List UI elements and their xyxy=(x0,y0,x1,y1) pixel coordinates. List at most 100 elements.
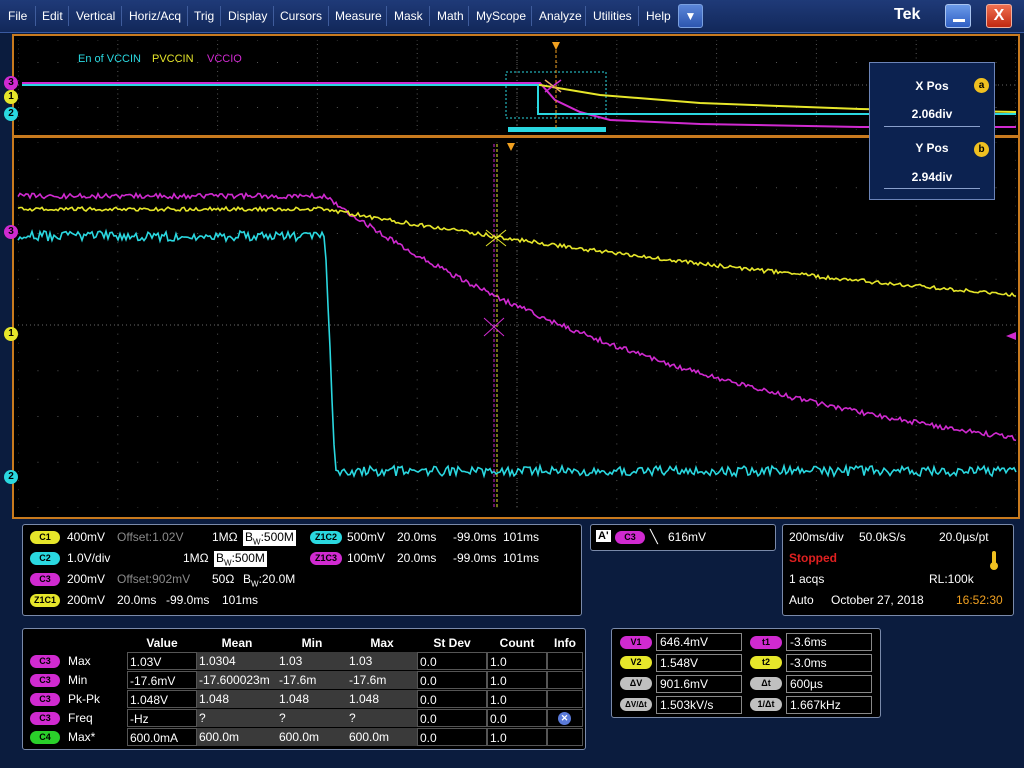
menu-vertical[interactable]: Vertical xyxy=(76,9,115,23)
meas-cell-count: 1.0 xyxy=(487,652,547,670)
menu-display[interactable]: Display xyxy=(228,9,267,23)
meas-cell-info xyxy=(547,690,583,708)
legend-en-vccin: En of VCCIN xyxy=(78,53,141,65)
sample-rate: 50.0kS/s xyxy=(859,530,906,544)
z1c1-t2: -99.0ms xyxy=(166,593,209,607)
inv-dt-value: 1.667kHz xyxy=(786,696,872,714)
meas-warning-icon[interactable]: ✕ xyxy=(558,712,571,725)
cursor-position-popup[interactable]: X Pos a 2.06div Y Pos b 2.94div xyxy=(869,62,995,200)
ch1-overview-marker[interactable]: 1 xyxy=(4,90,18,104)
meas-cell-stdev: 0.0 xyxy=(417,671,487,689)
display-divider xyxy=(14,135,1018,138)
meas-cell-max: 600.0m xyxy=(347,728,417,746)
menu-edit[interactable]: Edit xyxy=(42,9,63,23)
meas-source-badge[interactable]: C3 xyxy=(30,674,60,687)
c2-bandwidth: BW:500M xyxy=(214,551,267,567)
z1c1-badge[interactable]: Z1C1 xyxy=(30,594,60,607)
menu-dropdown-button[interactable]: ▼ xyxy=(678,4,703,28)
col-count: Count xyxy=(487,636,547,650)
c3-scale[interactable]: 200mV xyxy=(67,572,105,586)
ch3-overview-marker[interactable]: 3 xyxy=(4,76,18,90)
v1-value: 646.4mV xyxy=(656,633,742,651)
knob-a-icon[interactable]: a xyxy=(974,78,989,93)
z1c3-scale: 100mV xyxy=(347,551,385,565)
ch2-overview-marker[interactable]: 2 xyxy=(4,107,18,121)
knob-b-icon[interactable]: b xyxy=(974,142,989,157)
meas-cell-value: 1.048V xyxy=(127,690,197,708)
col-mean: Mean xyxy=(197,636,277,650)
menu-math[interactable]: Math xyxy=(437,9,464,23)
meas-source-badge[interactable]: C3 xyxy=(30,693,60,706)
meas-cell-info: ✕ xyxy=(547,709,583,727)
meas-cell-min: -17.6m xyxy=(277,671,347,689)
z1c1-t1: 20.0ms xyxy=(117,593,156,607)
menu-horiz-acq[interactable]: Horiz/Acq xyxy=(129,9,181,23)
tek-logo: Tek xyxy=(894,6,920,24)
c1-badge[interactable]: C1 xyxy=(30,531,60,544)
meas-cell-info xyxy=(547,728,583,746)
menu-file[interactable]: File xyxy=(8,9,27,23)
meas-name: Max xyxy=(68,654,91,668)
c1-impedance: 1MΩ xyxy=(212,530,238,544)
z1c1-t3: 101ms xyxy=(222,593,258,607)
meas-name: Pk-Pk xyxy=(68,692,100,706)
col-info: Info xyxy=(547,636,583,650)
z1c2-badge[interactable]: Z1C2 xyxy=(310,531,342,544)
c2-impedance: 1MΩ xyxy=(183,551,209,565)
menu-help[interactable]: Help xyxy=(646,9,671,23)
dt-badge: Δt xyxy=(750,677,782,690)
z1c3-t3: 101ms xyxy=(503,551,539,565)
meas-cell-stdev: 0.0 xyxy=(417,728,487,746)
menu-utilities[interactable]: Utilities xyxy=(593,9,632,23)
meas-cell-max: 1.048 xyxy=(347,690,417,708)
minimize-button[interactable] xyxy=(945,4,971,28)
c3-impedance: 50Ω xyxy=(212,572,234,586)
c1-bandwidth: BW:500M xyxy=(243,530,296,546)
meas-cell-stdev: 0.0 xyxy=(417,690,487,708)
record-length: RL:100k xyxy=(929,572,974,586)
c3-bandwidth: BW:20.0M xyxy=(243,572,295,588)
trigger-source-badge: C3 xyxy=(615,531,645,544)
menu-myscope[interactable]: MyScope xyxy=(476,9,526,23)
meas-cell-info xyxy=(547,671,583,689)
dv-badge: ΔV xyxy=(620,677,652,690)
x-pos-value: 2.06div xyxy=(870,107,994,121)
meas-cell-value: 1.03V xyxy=(127,652,197,670)
meas-source-badge[interactable]: C3 xyxy=(30,655,60,668)
c3-badge[interactable]: C3 xyxy=(30,573,60,586)
c1-offset: Offset:1.02V xyxy=(117,530,184,544)
meas-source-badge[interactable]: C4 xyxy=(30,731,60,744)
trigger-level: 616mV xyxy=(668,530,706,544)
menu-analyze[interactable]: Analyze xyxy=(539,9,582,23)
resolution: 20.0µs/pt xyxy=(939,530,989,544)
z1c2-t2: -99.0ms xyxy=(453,530,496,544)
z1c3-badge[interactable]: Z1C3 xyxy=(310,552,342,565)
close-button[interactable]: X xyxy=(986,4,1012,28)
menu-mask[interactable]: Mask xyxy=(394,9,423,23)
menu-measure[interactable]: Measure xyxy=(335,9,382,23)
ch2-marker[interactable]: 2 xyxy=(4,470,18,484)
c2-scale[interactable]: 1.0V/div xyxy=(67,551,110,565)
meas-cell-max: 1.03 xyxy=(347,652,417,670)
trigger-a-label: A' xyxy=(596,530,611,542)
menu-cursors[interactable]: Cursors xyxy=(280,9,322,23)
c1-scale[interactable]: 400mV xyxy=(67,530,105,544)
meas-cell-count: 1.0 xyxy=(487,728,547,746)
legend-pvccin: PVCCIN xyxy=(152,53,194,65)
c3-offset: Offset:902mV xyxy=(117,572,190,586)
c2-badge[interactable]: C2 xyxy=(30,552,60,565)
menu-trig[interactable]: Trig xyxy=(194,9,214,23)
ch1-marker[interactable]: 1 xyxy=(4,327,18,341)
oscilloscope-app: File Edit Vertical Horiz/Acq Trig Displa… xyxy=(0,0,1024,768)
meas-cell-count: 1.0 xyxy=(487,690,547,708)
col-max: Max xyxy=(347,636,417,650)
meas-name: Max* xyxy=(68,730,95,744)
ch3-marker[interactable]: 3 xyxy=(4,225,18,239)
meas-cell-value: -Hz xyxy=(127,709,197,727)
meas-source-badge[interactable]: C3 xyxy=(30,712,60,725)
meas-cell-min: 600.0m xyxy=(277,728,347,746)
acq-time: 16:52:30 xyxy=(956,593,1003,607)
z1c2-t3: 101ms xyxy=(503,530,539,544)
z1c2-t1: 20.0ms xyxy=(397,530,436,544)
minimize-icon xyxy=(953,19,965,22)
